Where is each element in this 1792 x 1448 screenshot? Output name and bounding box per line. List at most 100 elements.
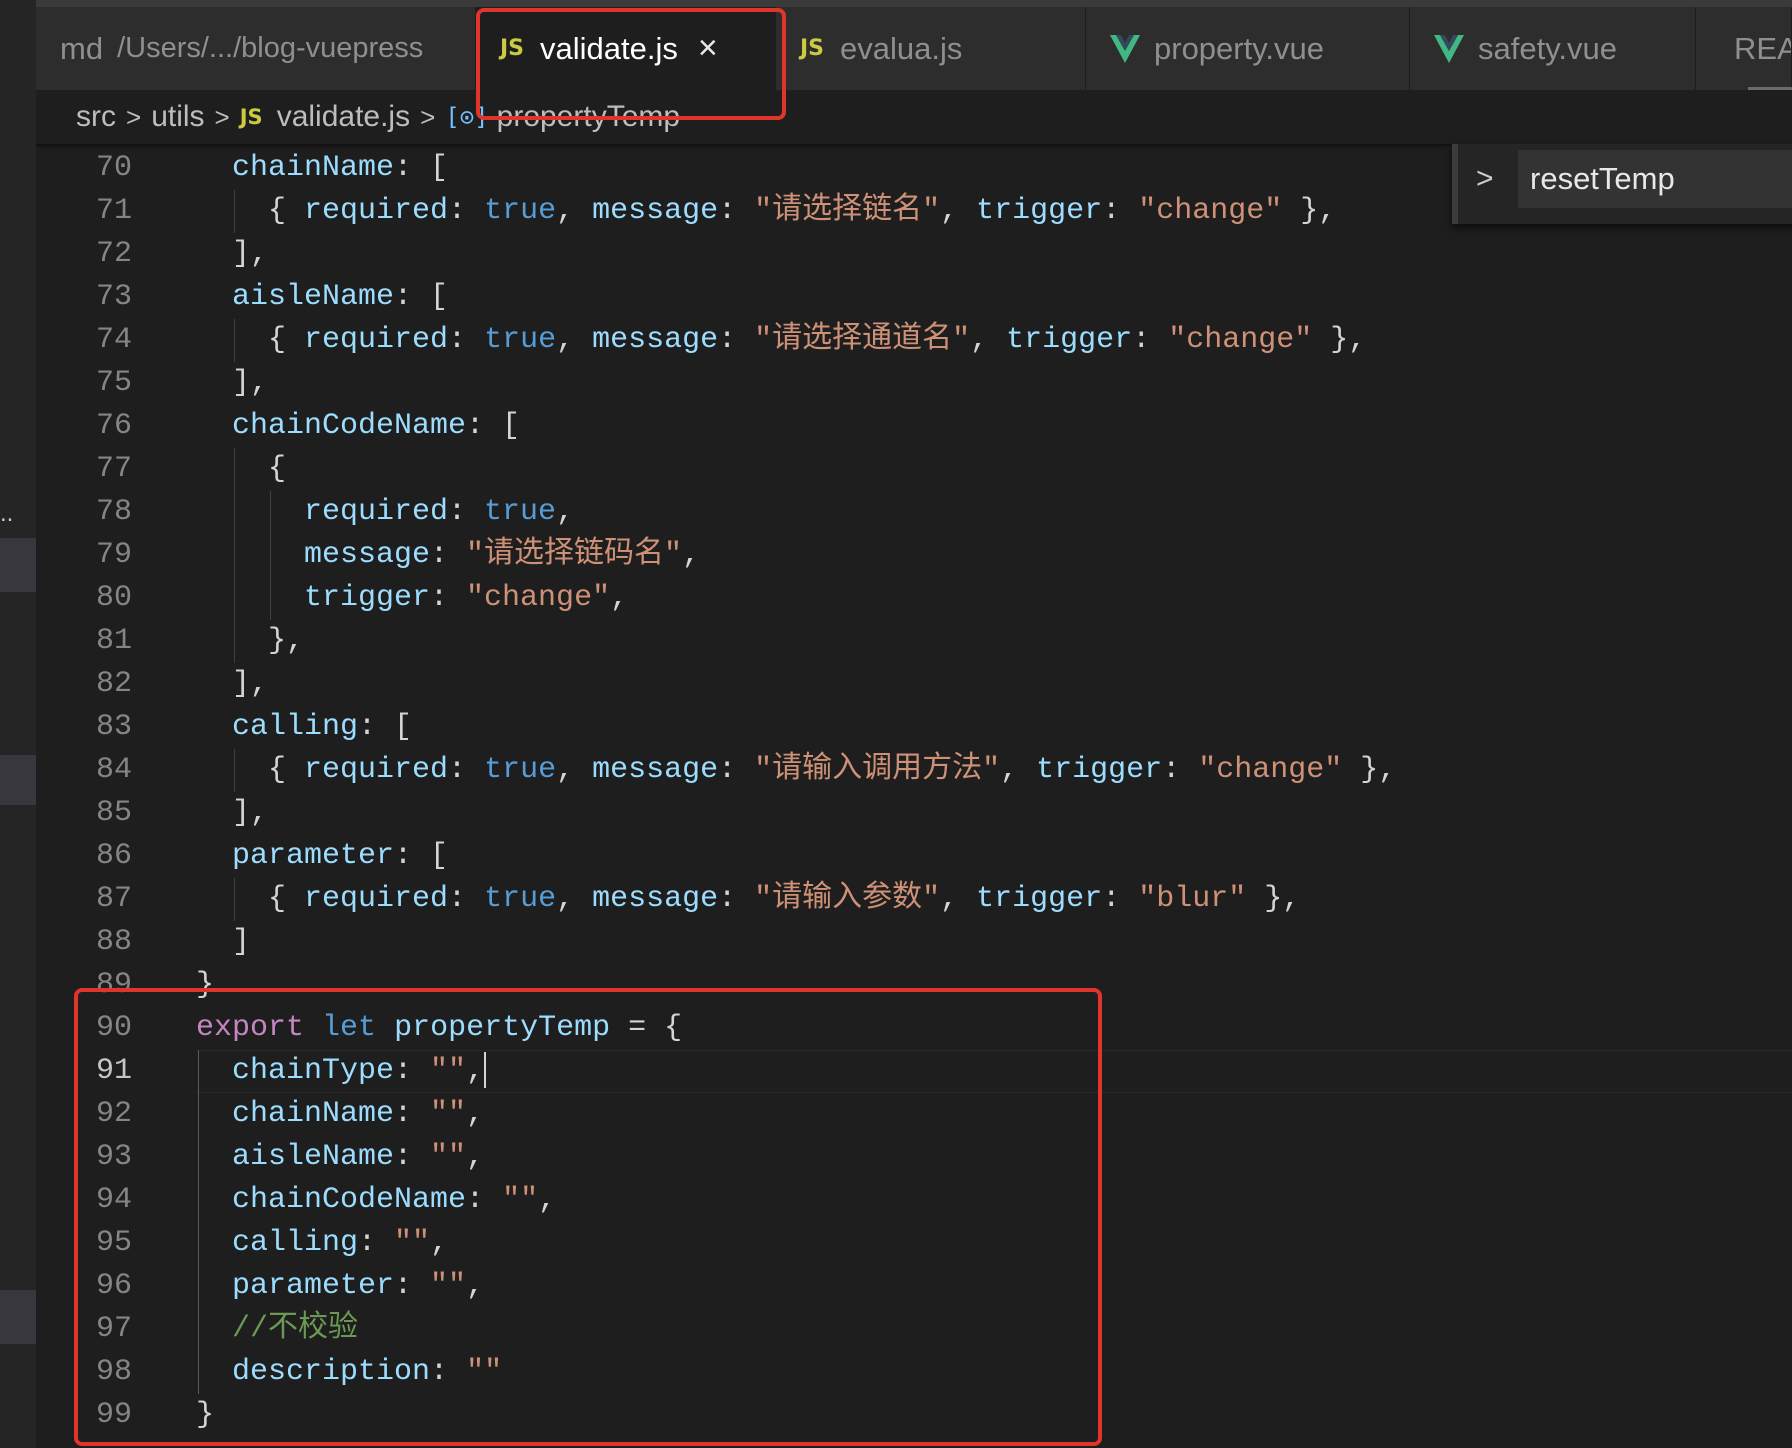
line-number: 89 xyxy=(95,968,132,1002)
chevron-right-icon: > xyxy=(420,101,436,132)
code-text: aisleName: "", xyxy=(232,1140,485,1174)
indent-guide xyxy=(198,1351,199,1394)
breadcrumb-item[interactable]: propertyTemp xyxy=(497,100,680,134)
outline-item[interactable]: resetTemp xyxy=(1518,150,1792,208)
code-line[interactable]: 86 parameter: [ xyxy=(36,835,1792,878)
line-number: 90 xyxy=(95,1011,132,1045)
code-line[interactable]: 94 chainCodeName: "", xyxy=(36,1179,1792,1222)
code-text: export let propertyTemp = { xyxy=(196,1011,683,1045)
code-editor[interactable]: 70 chainName: [71 { required: true, messag… xyxy=(36,144,1792,1448)
code-line[interactable]: 99} xyxy=(36,1394,1792,1437)
code-text: { required: true, message: "请选择通道名", tri… xyxy=(268,323,1367,357)
code-text: { required: true, message: "请选择链名", trig… xyxy=(268,194,1337,228)
code-line[interactable]: 92 chainName: "", xyxy=(36,1093,1792,1136)
line-number: 74 xyxy=(95,323,132,357)
code-text: chainName: "", xyxy=(232,1097,485,1131)
code-line[interactable]: 93 aisleName: "", xyxy=(36,1136,1792,1179)
line-number: 99 xyxy=(95,1398,132,1432)
activity-item[interactable] xyxy=(0,538,36,592)
code-line[interactable]: 78 required: true, xyxy=(36,491,1792,534)
indent-guide xyxy=(234,534,235,577)
chevron-right-icon[interactable]: > xyxy=(1476,162,1494,196)
breadcrumb-item[interactable]: src xyxy=(76,100,116,134)
line-number: 87 xyxy=(95,882,132,916)
code-line[interactable]: 74 { required: true, message: "请选择通道名", t… xyxy=(36,319,1792,362)
line-number: 91 xyxy=(95,1054,132,1088)
indent-guide xyxy=(198,1308,199,1351)
js-file-icon: JS xyxy=(239,105,263,129)
code-line[interactable]: 97 //不校验 xyxy=(36,1308,1792,1351)
tab-validate-js[interactable]: JS validate.js × xyxy=(476,7,776,90)
activity-bar: .. xyxy=(0,0,36,1448)
code-text: required: true, xyxy=(304,495,575,529)
tab-md[interactable]: md /Users/.../blog-vuepress xyxy=(36,7,476,90)
code-text: } xyxy=(196,1398,215,1432)
indent-guide xyxy=(198,1179,199,1222)
activity-item[interactable] xyxy=(0,1290,36,1344)
code-text: chainCodeName: [ xyxy=(232,409,521,443)
code-text: }, xyxy=(268,624,305,658)
code-line[interactable]: 83 calling: [ xyxy=(36,706,1792,749)
code-text: chainCodeName: "", xyxy=(232,1183,557,1217)
code-line[interactable]: 89} xyxy=(36,964,1792,1007)
tab-label: safety.vue xyxy=(1478,30,1618,66)
breadcrumb-item[interactable]: validate.js xyxy=(277,100,410,134)
js-file-icon: JS xyxy=(800,36,825,61)
code-line[interactable]: 90 export let propertyTemp = { xyxy=(36,1007,1792,1050)
close-icon[interactable]: × xyxy=(698,29,718,68)
code-line[interactable]: 91 chainType: "", xyxy=(36,1050,1792,1093)
indent-guide xyxy=(234,319,235,362)
tab-bar: md /Users/.../blog-vuepress JS validate.… xyxy=(36,0,1792,91)
code-text: chainType: "", xyxy=(232,1052,487,1089)
code-line[interactable]: 72], xyxy=(36,233,1792,276)
ellipsis-icon: .. xyxy=(0,500,14,527)
code-line[interactable]: 76 chainCodeName: [ xyxy=(36,405,1792,448)
code-text: chainName: [ xyxy=(232,151,449,185)
code-text: calling: [ xyxy=(232,710,413,744)
chevron-right-icon: > xyxy=(126,101,142,132)
tab-readme[interactable]: REA xyxy=(1696,7,1792,90)
code-line[interactable]: 87 { required: true, message: "请输入参数", tr… xyxy=(36,878,1792,921)
code-line[interactable]: 73 aisleName: [ xyxy=(36,276,1792,319)
line-number: 81 xyxy=(95,624,132,658)
code-text: { xyxy=(268,452,287,486)
indent-guide xyxy=(198,1093,199,1136)
line-number: 95 xyxy=(95,1226,132,1260)
line-number: 78 xyxy=(95,495,132,529)
line-number: 73 xyxy=(95,280,132,314)
tab-evalua-js[interactable]: JS evalua.js xyxy=(776,7,1086,90)
tab-property-vue[interactable]: property.vue xyxy=(1086,7,1410,90)
code-text: message: "请选择链码名", xyxy=(304,538,701,572)
code-text: parameter: [ xyxy=(232,839,449,873)
line-number: 92 xyxy=(95,1097,132,1131)
code-line[interactable]: 81}, xyxy=(36,620,1792,663)
code-line[interactable]: 79 message: "请选择链码名", xyxy=(36,534,1792,577)
line-number: 83 xyxy=(95,710,132,744)
code-line[interactable]: 88] xyxy=(36,921,1792,964)
code-line[interactable]: 84 { required: true, message: "请输入调用方法", … xyxy=(36,749,1792,792)
tab-label: validate.js xyxy=(540,30,678,66)
tab-label: property.vue xyxy=(1154,30,1325,66)
code-line[interactable]: 80 trigger: "change", xyxy=(36,577,1792,620)
indent-guide xyxy=(198,1050,199,1093)
indent-guide xyxy=(270,577,271,620)
indent-guide xyxy=(198,1265,199,1308)
indent-guide xyxy=(234,448,235,491)
code-line[interactable]: 85], xyxy=(36,792,1792,835)
tab-label: md xyxy=(60,30,104,66)
line-number: 72 xyxy=(95,237,132,271)
tab-safety-vue[interactable]: safety.vue xyxy=(1410,7,1696,90)
indent-guide xyxy=(198,1136,199,1179)
code-line[interactable]: 77 { xyxy=(36,448,1792,491)
code-line[interactable]: 96 parameter: "", xyxy=(36,1265,1792,1308)
line-number: 79 xyxy=(95,538,132,572)
tab-label: REA xyxy=(1734,30,1792,66)
code-line[interactable]: 75], xyxy=(36,362,1792,405)
code-line[interactable]: 95 calling: "", xyxy=(36,1222,1792,1265)
activity-item[interactable] xyxy=(0,755,36,805)
code-line[interactable]: 82], xyxy=(36,663,1792,706)
breadcrumb-item[interactable]: utils xyxy=(151,100,204,134)
code-text: parameter: "", xyxy=(232,1269,485,1303)
code-line[interactable]: 98 description: "" xyxy=(36,1351,1792,1394)
breadcrumb: src > utils > JS validate.js > [⊙] prope… xyxy=(36,90,1792,144)
